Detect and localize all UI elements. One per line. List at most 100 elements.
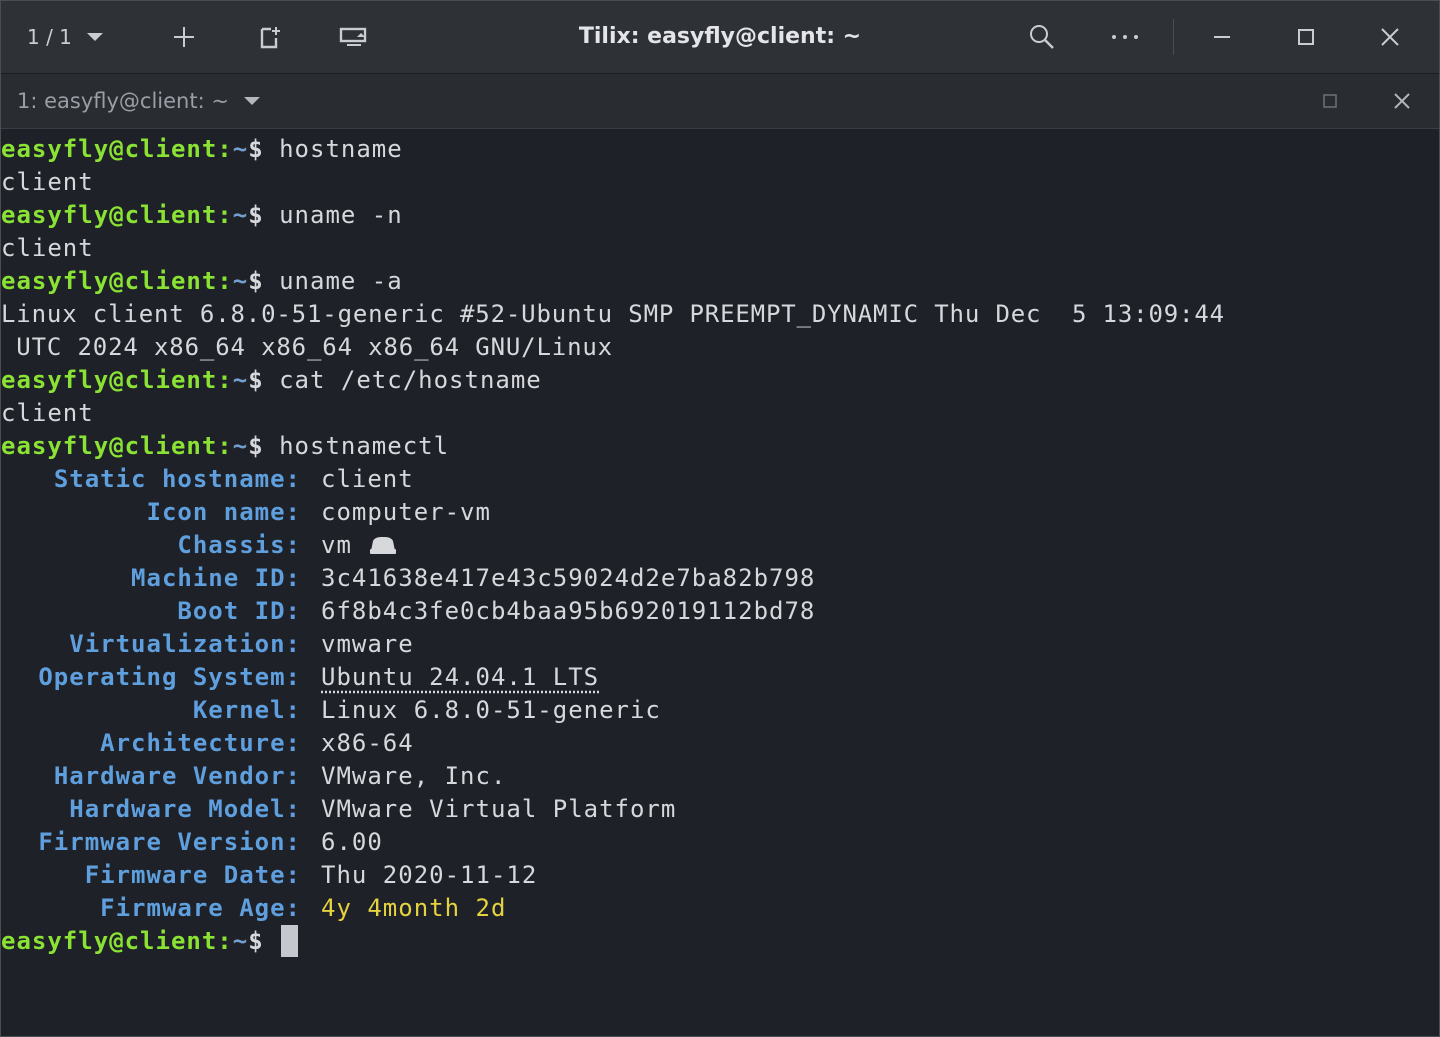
prompt-line: easyfly@client:~$ hostname (1, 133, 403, 166)
hostnamectl-value: Thu 2020-11-12 (321, 861, 538, 889)
more-button[interactable] (1107, 1, 1143, 73)
terminal-title-menu[interactable]: 1: easyfly@client: ~ (17, 74, 261, 128)
terminal-output[interactable]: easyfly@client:~$ hostname client easyfl… (1, 131, 1439, 1036)
title-separator (1173, 19, 1174, 55)
hostnamectl-value: x86-64 (321, 729, 414, 757)
maximize-button[interactable] (1289, 1, 1323, 73)
terminal-tab-bar: 1: easyfly@client: ~ (1, 74, 1439, 129)
output-line: Linux client 6.8.0-51-generic #52-Ubuntu… (1, 300, 1225, 328)
hostnamectl-key: Chassis: (177, 531, 301, 559)
prompt-line: easyfly@client:~$ cat /etc/hostname (1, 364, 542, 397)
hostnamectl-row: Icon name: computer-vm (1, 496, 1439, 529)
prompt-symbol: $ (248, 135, 264, 163)
command-text: cat /etc/hostname (279, 366, 542, 394)
prompt-user: easyfly@client (1, 267, 218, 295)
hostnamectl-value: client (321, 465, 414, 493)
new-session-icon (260, 27, 280, 49)
hostnamectl-key: Virtualization: (69, 630, 301, 658)
prompt-path: ~ (232, 135, 249, 163)
prompt-line: easyfly@client:~$ uname -n (1, 199, 403, 232)
terminal-maximize-button[interactable] (1315, 74, 1345, 128)
prompt-user: easyfly@client (1, 432, 218, 460)
minimize-icon (1214, 36, 1230, 38)
maximize-icon (1298, 29, 1314, 45)
prompt-user: easyfly@client (1, 201, 218, 229)
output-line: client (1, 399, 94, 427)
more-icon (1112, 35, 1138, 39)
close-button[interactable] (1373, 1, 1407, 73)
command-text: uname -n (279, 201, 403, 229)
hostnamectl-key: Static hostname: (53, 465, 301, 493)
add-terminal-button[interactable] (167, 1, 201, 73)
hostnamectl-row: Operating System: Ubuntu 24.04.1 LTS (1, 661, 1439, 694)
hostnamectl-value: VMware, Inc. (321, 762, 507, 790)
os-link[interactable]: Ubuntu 24.04.1 LTS (321, 661, 599, 694)
command-text: hostnamectl (279, 432, 450, 460)
search-button[interactable] (1025, 1, 1059, 73)
session-switcher[interactable]: 1 / 1 (27, 1, 137, 73)
hostnamectl-key: Operating System: (38, 663, 301, 691)
prompt-user: easyfly@client (1, 927, 218, 955)
prompt-path: ~ (232, 927, 249, 955)
prompt-path: ~ (232, 366, 249, 394)
hostnamectl-key: Kernel: (192, 696, 301, 724)
prompt-symbol: $ (248, 432, 264, 460)
hostnamectl-key: Hardware Model: (69, 795, 301, 823)
close-icon (1381, 28, 1399, 46)
prompt-user: easyfly@client (1, 135, 218, 163)
hostnamectl-value: vm (321, 529, 397, 562)
prompt-line: easyfly@client:~$ (1, 925, 299, 958)
hostnamectl-row: Firmware Age: 4y 4month 2d (1, 892, 1439, 925)
chassis-value: vm (321, 531, 352, 559)
maximize-icon (1323, 94, 1337, 108)
hostnamectl-key: Firmware Age: (100, 894, 301, 922)
hostnamectl-key: Machine ID: (131, 564, 301, 592)
hostnamectl-value: vmware (321, 630, 414, 658)
sync-input-icon (339, 27, 367, 46)
prompt-separator: : (217, 927, 233, 955)
hostnamectl-key: Boot ID: (177, 597, 301, 625)
hostnamectl-key: Architecture: (100, 729, 301, 757)
hostnamectl-row: Hardware Vendor: VMware, Inc. (1, 760, 1439, 793)
prompt-path: ~ (232, 432, 249, 460)
session-counter-label: 1 / 1 (27, 25, 72, 49)
hostnamectl-key: Icon name: (146, 498, 301, 526)
prompt-separator: : (217, 366, 233, 394)
hostnamectl-row: Firmware Date: Thu 2020-11-12 (1, 859, 1439, 892)
text-cursor (281, 925, 299, 957)
hostnamectl-key: Firmware Version: (38, 828, 301, 856)
prompt-separator: : (217, 267, 233, 295)
prompt-path: ~ (232, 201, 249, 229)
hostnamectl-row: Boot ID: 6f8b4c3fe0cb4baa95b692019112bd78 (1, 595, 1439, 628)
hostnamectl-row: Chassis: vm (1, 529, 1439, 562)
hostnamectl-row: Static hostname: client (1, 463, 1439, 496)
hostnamectl-key: Firmware Date: (84, 861, 301, 889)
sync-input-button[interactable] (336, 1, 372, 73)
hostnamectl-value: 4y 4month 2d (321, 894, 507, 922)
plus-icon (174, 27, 194, 47)
prompt-user: easyfly@client (1, 366, 218, 394)
output-line: UTC 2024 x86_64 x86_64 x86_64 GNU/Linux (1, 333, 613, 361)
terminal-close-button[interactable] (1387, 74, 1417, 128)
minimize-button[interactable] (1205, 1, 1239, 73)
prompt-symbol: $ (248, 927, 264, 955)
hostnamectl-row: Hardware Model: VMware Virtual Platform (1, 793, 1439, 826)
prompt-symbol: $ (248, 366, 264, 394)
hostnamectl-value: Linux 6.8.0-51-generic (321, 696, 661, 724)
prompt-line: easyfly@client:~$ hostnamectl (1, 430, 449, 463)
hostnamectl-key: Hardware Vendor: (53, 762, 301, 790)
command-text: hostname (279, 135, 403, 163)
hostnamectl-value: computer-vm (321, 498, 491, 526)
prompt-symbol: $ (248, 201, 264, 229)
new-session-button[interactable] (253, 1, 287, 73)
output-line: client (1, 168, 94, 196)
hostnamectl-value: 6.00 (321, 828, 383, 856)
hostnamectl-row: Virtualization: vmware (1, 628, 1439, 661)
hostnamectl-value: VMware Virtual Platform (321, 795, 677, 823)
hostnamectl-value: 6f8b4c3fe0cb4baa95b692019112bd78 (321, 597, 816, 625)
prompt-separator: : (217, 201, 233, 229)
hostnamectl-value: 3c41638e417e43c59024d2e7ba82b798 (321, 564, 816, 592)
hostnamectl-row: Firmware Version: 6.00 (1, 826, 1439, 859)
hostnamectl-row: Architecture: x86-64 (1, 727, 1439, 760)
prompt-separator: : (217, 135, 233, 163)
